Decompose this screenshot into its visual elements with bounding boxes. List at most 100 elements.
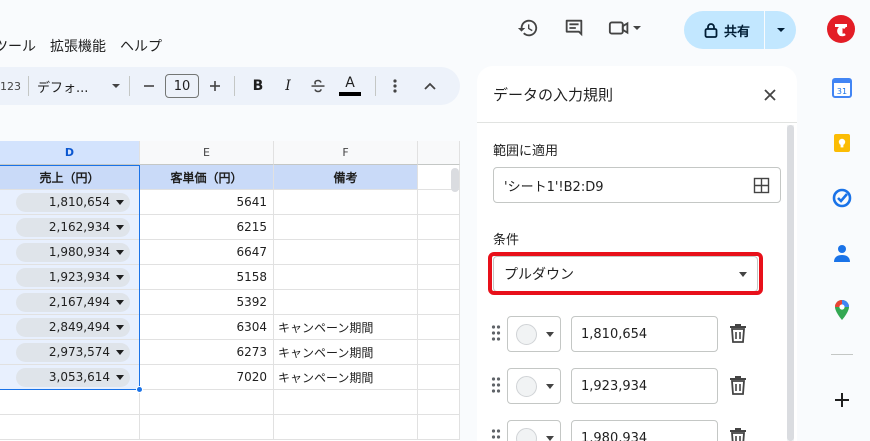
dropdown-chip[interactable]: 1,923,934 [16,267,130,287]
grid-cell[interactable] [274,415,418,440]
font-size-input[interactable]: 10 [165,74,199,98]
sales-cell[interactable]: 3,053,614 [0,365,140,390]
grid-select-icon[interactable] [753,177,770,194]
grid-cell[interactable] [0,415,140,440]
grid-cell[interactable] [140,415,274,440]
unit-price-cell[interactable]: 7020 [140,365,274,390]
dropdown-chip[interactable]: 2,167,494 [16,292,130,312]
unit-price-cell[interactable]: 6647 [140,240,274,265]
fill-handle[interactable] [136,386,143,393]
column-header-g[interactable] [418,141,460,165]
note-cell[interactable] [274,290,418,315]
header-cell-notes[interactable]: 備考 [274,165,418,190]
note-cell[interactable]: キャンペーン期間 [274,365,418,390]
unit-price-cell[interactable]: 6215 [140,215,274,240]
menu-help[interactable]: ヘルプ [120,36,162,56]
font-family-select[interactable]: デフォ... [37,77,121,96]
sales-cell[interactable]: 1,923,934 [0,265,140,290]
drag-handle-icon[interactable] [491,428,501,441]
calendar-icon[interactable]: 31 [830,76,854,100]
bold-button[interactable]: B [243,78,273,94]
note-cell[interactable] [274,190,418,215]
drag-handle-icon[interactable] [491,324,501,342]
history-icon[interactable] [512,12,544,44]
dropdown-chip[interactable]: 1,810,654 [16,192,130,212]
unit-price-cell[interactable]: 6273 [140,340,274,365]
note-cell[interactable]: キャンペーン期間 [274,340,418,365]
share-label-wrap[interactable]: 共有 [684,21,764,40]
grid-cell[interactable] [418,365,460,390]
dropdown-chip[interactable]: 3,053,614 [16,367,130,387]
condition-select[interactable]: プルダウン [493,256,758,292]
option-value-input[interactable]: 1,980,934 [571,420,718,441]
grid-cell[interactable] [418,290,460,315]
grid-cell[interactable] [274,390,418,415]
menu-tools[interactable]: ツール [0,36,36,56]
option-value-input[interactable]: 1,810,654 [571,316,718,352]
color-picker[interactable] [507,316,561,352]
option-value-input[interactable]: 1,923,934 [571,368,718,404]
column-header-d[interactable]: D [0,141,140,165]
sales-cell[interactable]: 2,162,934 [0,215,140,240]
sales-cell[interactable]: 1,810,654 [0,190,140,215]
panel-scrollbar-thumb[interactable] [787,125,794,441]
grid-cell[interactable] [418,215,460,240]
more-options-button[interactable] [384,78,406,94]
color-picker[interactable] [507,420,561,441]
keep-icon[interactable] [830,131,854,155]
header-cell-sales[interactable]: 売上（円） [0,165,140,190]
column-header-f[interactable]: F [274,141,418,165]
tasks-icon[interactable] [830,186,854,210]
sales-cell[interactable]: 2,849,494 [0,315,140,340]
grid-cell[interactable] [418,190,460,215]
meet-icon[interactable] [604,12,646,44]
unit-price-cell[interactable]: 5158 [140,265,274,290]
unit-price-cell[interactable]: 5392 [140,290,274,315]
note-cell[interactable]: キャンペーン期間 [274,315,418,340]
panel-scrollbar[interactable] [787,125,794,441]
grid-cell[interactable] [418,265,460,290]
color-picker[interactable] [507,368,561,404]
drag-handle-icon[interactable] [491,376,501,394]
increase-font-button[interactable] [204,80,226,92]
grid-cell[interactable] [140,390,274,415]
grid-cell[interactable] [418,390,460,415]
contacts-icon[interactable] [830,241,854,265]
sales-cell[interactable]: 1,980,934 [0,240,140,265]
strikethrough-button[interactable] [303,78,333,94]
sales-cell[interactable]: 2,973,574 [0,340,140,365]
share-button[interactable]: 共有 [684,11,796,49]
collapse-toolbar-button[interactable] [410,82,450,90]
maps-icon[interactable] [830,298,854,322]
dropdown-chip[interactable]: 2,973,574 [16,342,130,362]
spreadsheet-grid[interactable]: D E F 売上（円） 客単価（円） 備考 1,810,654 5641 2,162… [0,141,460,441]
note-cell[interactable] [274,215,418,240]
dropdown-chip[interactable]: 2,162,934 [16,217,130,237]
range-input[interactable]: 'シート1'!B2:D9 [493,167,781,203]
close-button[interactable] [759,84,781,106]
menu-extensions[interactable]: 拡張機能 [50,36,106,56]
dropdown-chip[interactable]: 1,980,934 [16,242,130,262]
grid-scrollbar[interactable] [451,168,459,192]
grid-cell[interactable] [418,315,460,340]
grid-cell[interactable] [418,240,460,265]
note-cell[interactable] [274,240,418,265]
grid-cell[interactable] [0,390,140,415]
trash-icon[interactable] [729,427,747,441]
dropdown-chip[interactable]: 2,849,494 [16,317,130,337]
note-cell[interactable] [274,265,418,290]
text-color-button[interactable]: A [333,76,367,96]
sales-cell[interactable]: 2,167,494 [0,290,140,315]
decrease-font-button[interactable] [138,80,160,92]
header-cell-unit-price[interactable]: 客単価（円） [140,165,274,190]
trash-icon[interactable] [729,375,747,395]
app-logo-icon[interactable] [826,14,856,44]
comment-icon[interactable] [558,12,590,44]
share-dropdown[interactable] [765,26,796,34]
column-header-e[interactable]: E [140,141,274,165]
grid-cell[interactable] [418,415,460,440]
unit-price-cell[interactable]: 5641 [140,190,274,215]
trash-icon[interactable] [729,323,747,343]
grid-cell[interactable] [418,340,460,365]
unit-price-cell[interactable]: 6304 [140,315,274,340]
